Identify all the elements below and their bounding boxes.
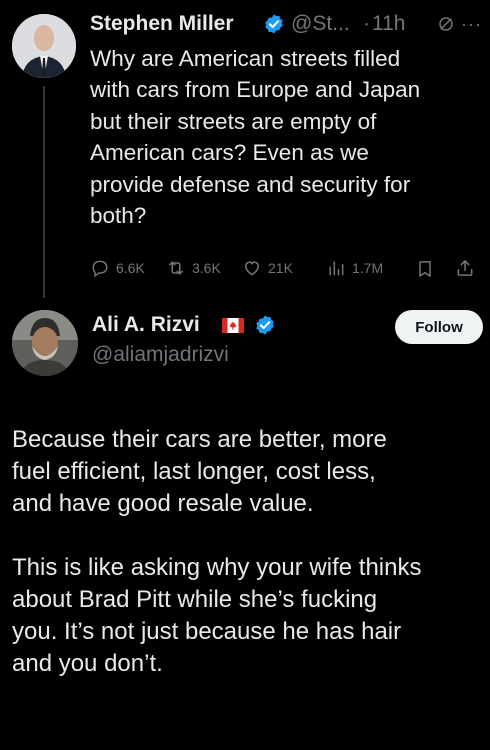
- tweet-text: Because their cars are better, more fuel…: [12, 426, 422, 677]
- share-button[interactable]: [455, 257, 475, 279]
- timestamp[interactable]: 11h: [372, 12, 405, 36]
- heart-icon: [244, 261, 260, 276]
- share-icon: [457, 260, 473, 276]
- view-count: 1.7M: [352, 260, 384, 276]
- reply-button[interactable]: 6.6K: [90, 257, 145, 279]
- like-count: 21K: [268, 260, 293, 276]
- repost-button[interactable]: 3.6K: [166, 257, 221, 279]
- views-button[interactable]: 1.7M: [326, 257, 383, 279]
- bookmark-icon: [419, 261, 431, 277]
- author-handle[interactable]: @aliamjadrizvi: [92, 343, 229, 367]
- views-chart-icon: [329, 261, 344, 276]
- bookmark-button[interactable]: [415, 258, 435, 280]
- separator-dot: ·: [363, 12, 370, 35]
- canada-flag-icon: [222, 318, 244, 333]
- reply-count: 6.6K: [116, 260, 145, 276]
- like-button[interactable]: 21K: [242, 257, 293, 279]
- author-handle[interactable]: @St...: [291, 12, 350, 36]
- reply-icon: [92, 260, 108, 278]
- verified-badge-icon: [265, 14, 283, 34]
- repost-icon: [169, 261, 183, 275]
- thread-connector-line: [43, 86, 45, 298]
- avatar[interactable]: [12, 14, 76, 78]
- tweet-text: Why are American streets filled with car…: [90, 46, 421, 229]
- author-name[interactable]: Ali A. Rizvi: [92, 313, 200, 337]
- avatar[interactable]: [12, 310, 78, 376]
- follow-button[interactable]: Follow: [395, 310, 483, 344]
- author-name[interactable]: Stephen Miller: [90, 12, 234, 36]
- avatar-stephen-miller-image: [12, 14, 76, 78]
- grok-icon[interactable]: [437, 15, 455, 33]
- more-options-icon[interactable]: ···: [461, 14, 482, 35]
- avatar-ali-rizvi-image: [12, 310, 78, 376]
- repost-count: 3.6K: [192, 260, 221, 276]
- verified-badge-icon: [256, 315, 274, 335]
